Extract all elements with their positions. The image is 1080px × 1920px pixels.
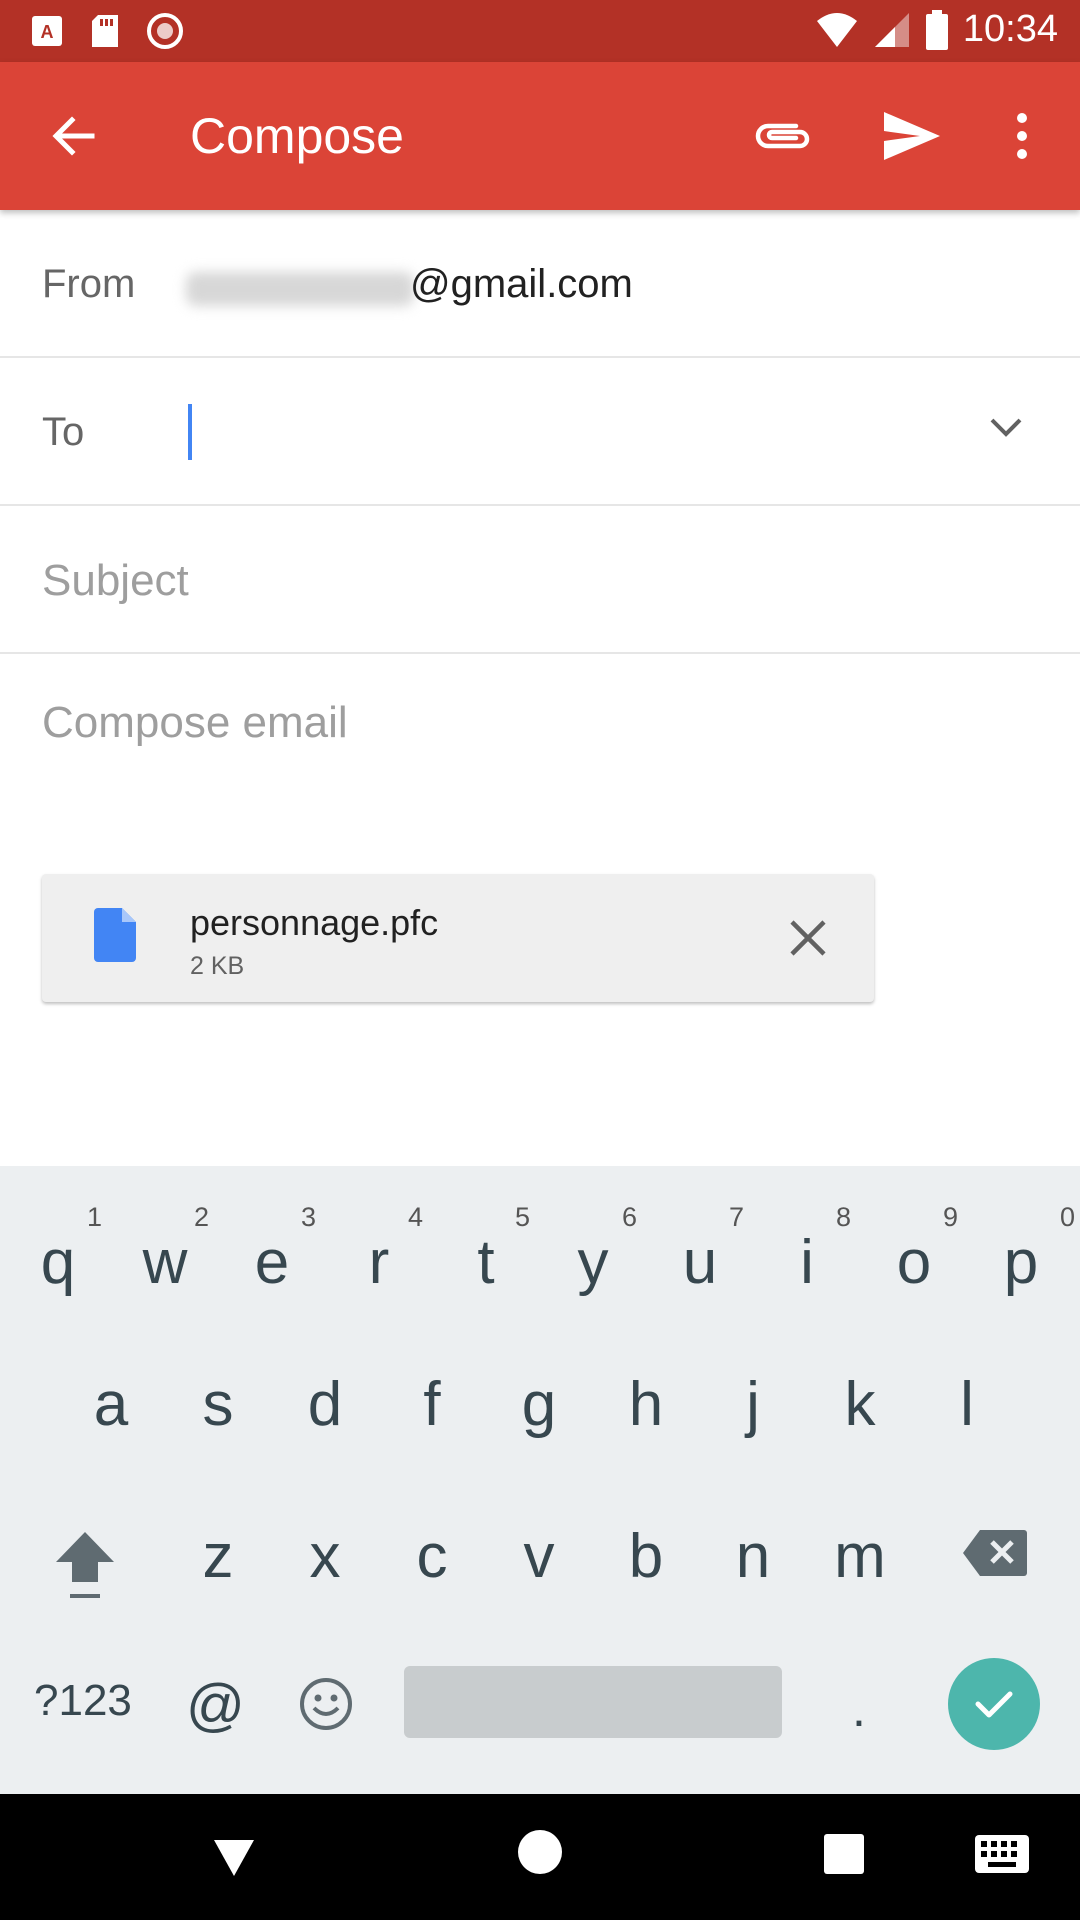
status-time: 10:34 <box>962 8 1058 50</box>
attachment-chip[interactable]: personnage.pfc 2 KB <box>42 874 874 1002</box>
key-t[interactable]: t5 <box>436 1202 536 1298</box>
key-f[interactable]: f <box>382 1370 482 1440</box>
key-p[interactable]: p0 <box>971 1202 1075 1298</box>
key-m[interactable]: m <box>810 1522 910 1592</box>
key-j[interactable]: j <box>703 1370 803 1440</box>
check-icon <box>975 1691 1013 1718</box>
battery-icon <box>925 9 948 50</box>
key-a[interactable]: a <box>61 1370 161 1440</box>
from-value: @gmail.com <box>410 262 633 306</box>
key-d[interactable]: d <box>275 1370 375 1440</box>
key-c[interactable]: c <box>382 1522 482 1592</box>
symbols-key[interactable]: ?123 <box>34 1676 132 1726</box>
close-icon[interactable] <box>782 912 834 964</box>
redacted-username <box>186 272 414 306</box>
sd-card-icon <box>92 15 118 47</box>
key-e[interactable]: e3 <box>222 1202 322 1298</box>
key-g[interactable]: g <box>489 1370 589 1440</box>
enter-key[interactable] <box>948 1658 1040 1750</box>
nav-recents-icon[interactable] <box>824 1834 864 1874</box>
app-icon: A <box>32 16 62 46</box>
at-key[interactable]: @ <box>186 1672 245 1739</box>
key-l[interactable]: l <box>917 1370 1017 1440</box>
record-icon <box>147 13 183 49</box>
key-q[interactable]: q1 <box>8 1202 108 1298</box>
key-h[interactable]: h <box>596 1370 696 1440</box>
emoji-icon[interactable] <box>298 1676 354 1732</box>
attach-icon[interactable] <box>752 108 816 164</box>
chevron-down-icon[interactable] <box>986 406 1026 446</box>
to-label: To <box>42 410 85 454</box>
key-k[interactable]: k <box>810 1370 910 1440</box>
more-icon[interactable] <box>1000 106 1044 166</box>
space-key[interactable] <box>404 1666 782 1738</box>
key-z[interactable]: z <box>168 1522 268 1592</box>
key-w[interactable]: w2 <box>115 1202 215 1298</box>
text-cursor <box>188 404 192 460</box>
wifi-icon <box>816 12 857 47</box>
key-r[interactable]: r4 <box>329 1202 429 1298</box>
file-icon <box>94 908 136 962</box>
compose-toolbar: Compose <box>0 62 1080 210</box>
compose-body-placeholder[interactable]: Compose email <box>42 698 348 748</box>
shift-icon[interactable] <box>52 1528 118 1602</box>
status-bar: A 10:34 <box>0 0 1080 62</box>
key-x[interactable]: x <box>275 1522 375 1592</box>
key-n[interactable]: n <box>703 1522 803 1592</box>
keyboard-icon[interactable] <box>974 1834 1030 1874</box>
svg-text:A: A <box>41 22 54 42</box>
key-y[interactable]: y6 <box>543 1202 643 1298</box>
key-b[interactable]: b <box>596 1522 696 1592</box>
key-v[interactable]: v <box>489 1522 589 1592</box>
key-i[interactable]: i8 <box>757 1202 857 1298</box>
nav-bar <box>0 1794 1080 1920</box>
attachment-size: 2 KB <box>190 952 245 980</box>
key-u[interactable]: u7 <box>650 1202 750 1298</box>
nav-back-icon[interactable] <box>212 1836 256 1880</box>
to-field[interactable]: To <box>0 358 1080 506</box>
attachment-name: personnage.pfc <box>190 902 439 943</box>
subject-placeholder: Subject <box>42 556 189 605</box>
send-icon[interactable] <box>880 106 944 166</box>
subject-field[interactable]: Subject <box>0 506 1080 654</box>
back-arrow-icon[interactable] <box>44 106 104 166</box>
key-o[interactable]: o9 <box>864 1202 964 1298</box>
from-label: From <box>42 262 136 306</box>
page-title: Compose <box>190 108 404 164</box>
period-key[interactable]: . <box>852 1680 866 1738</box>
signal-icon <box>874 12 909 47</box>
key-s[interactable]: s <box>168 1370 268 1440</box>
backspace-icon[interactable] <box>962 1528 1028 1578</box>
nav-home-icon[interactable] <box>518 1830 562 1874</box>
